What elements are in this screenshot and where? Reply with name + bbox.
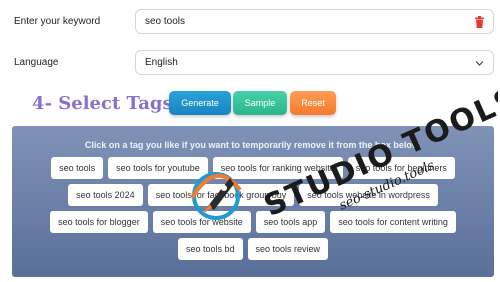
language-select[interactable]: English [135,50,494,75]
keyword-input[interactable]: seo tools [135,9,494,34]
section-title: 4- Select Tags [32,93,173,114]
tag-chip[interactable]: seo tools for beginners [347,157,455,179]
tag-chip[interactable]: seo tools website in wordpress [299,184,438,206]
language-label: Language [14,57,59,68]
tags-panel: Click on a tag you like if you want to t… [12,126,494,277]
tag-chip[interactable]: seo tools for facebook group buy [147,184,295,206]
reset-button[interactable]: Reset [290,91,336,115]
keyword-input-value: seo tools [145,16,186,27]
tag-chip[interactable]: seo tools review [247,238,329,260]
trash-icon[interactable] [475,16,484,28]
keyword-label: Enter your keyword [14,16,101,27]
generate-button[interactable]: Generate [169,91,231,115]
sample-button[interactable]: Sample [233,91,287,115]
tag-chip[interactable]: seo tools for website [152,211,251,233]
tag-chip[interactable]: seo tools for content writing [330,211,456,233]
tag-chip[interactable]: seo tools for youtube [108,157,208,179]
tag-chip[interactable]: seo tools for ranking website [212,157,343,179]
language-select-value: English [145,57,178,68]
tag-chip[interactable]: seo tools for blogger [50,211,148,233]
tags-hint: Click on a tag you like if you want to t… [84,140,422,150]
tag-list: seo tools seo tools for youtube seo tool… [40,157,466,260]
tag-chip[interactable]: seo tools [51,157,104,179]
tag-chip[interactable]: seo tools bd [177,238,243,260]
tag-chip[interactable]: seo tools app [255,211,326,233]
chevron-down-icon [475,61,484,66]
tag-chip[interactable]: seo tools 2024 [68,184,143,206]
